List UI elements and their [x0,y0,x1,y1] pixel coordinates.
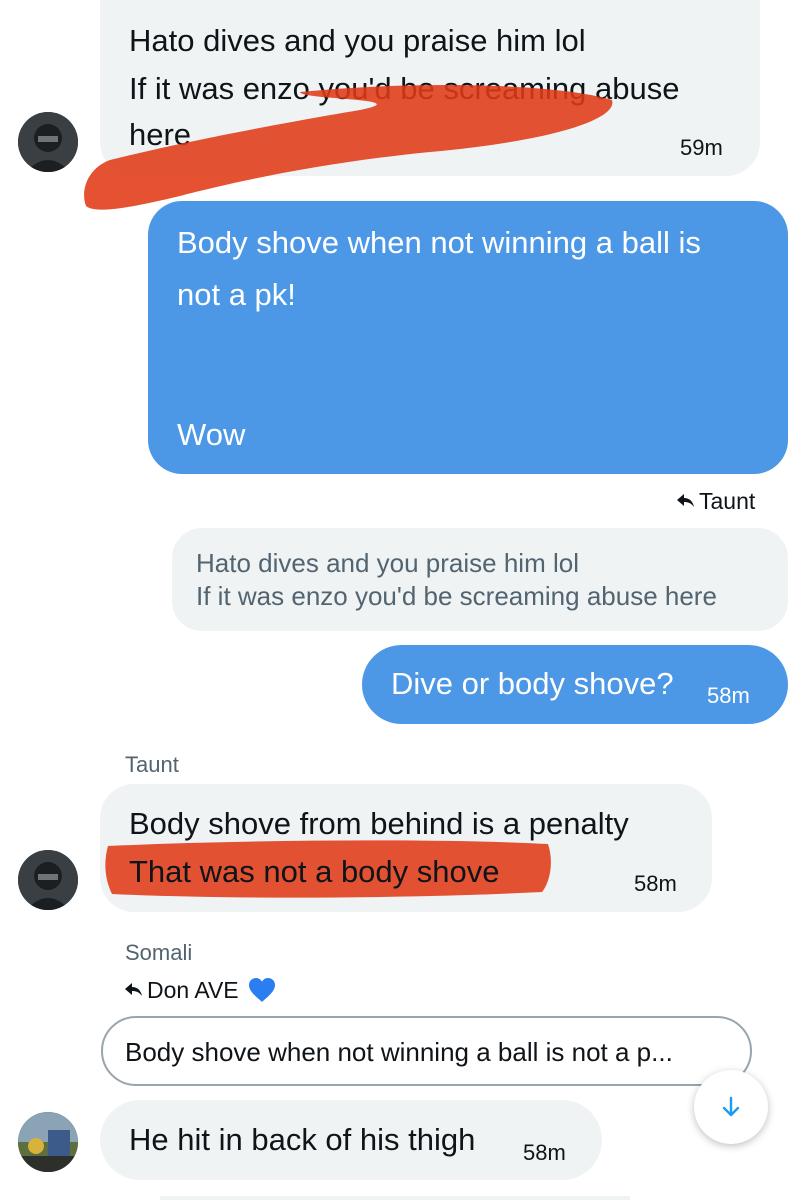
message-text: He hit in back of his thigh [129,1122,476,1157]
quoted-text-line: If it was enzo you'd be screaming abuse … [196,581,717,611]
message-text-line: If it was enzo you'd be screaming abuse [129,71,680,106]
blue-heart-icon [249,978,275,1002]
message-text-line: here [129,117,192,152]
quoted-message[interactable]: Body shove when not winning a ball is no… [101,1016,752,1086]
avatar[interactable] [18,112,78,172]
message-text-line: Body shove when not winning a ball is [177,225,701,260]
message-text-line: Hato dives and you praise him lol [129,23,586,58]
sender-name: Taunt [125,752,179,777]
avatar[interactable] [18,1112,78,1172]
message-text-line: Wow [177,417,246,452]
message-timestamp: 58m [634,871,677,896]
reply-context: Don AVE [124,974,324,1006]
sender-name: Somali [125,940,193,965]
message-bubble-incoming[interactable]: Body shove from behind is a penalty That… [100,784,712,912]
reply-arrow-icon [125,983,142,996]
message-bubble-outgoing[interactable]: Dive or body shove? 58m [362,645,788,724]
message-text-line: Body shove from behind is a penalty [129,806,629,841]
message-timestamp: 59m [680,135,723,160]
message-timestamp: 58m [523,1140,566,1165]
message-timestamp: 58m [707,683,750,708]
message-text-line: not a pk! [177,277,296,312]
message-bubble-incoming[interactable]: He hit in back of his thigh 58m [100,1100,602,1180]
scroll-to-bottom-button[interactable] [694,1070,768,1144]
message-text: Dive or body shove? [391,666,674,701]
quoted-text: Body shove when not winning a ball is no… [125,1037,673,1067]
arrow-down-icon [722,1096,740,1117]
reply-to-name: Don AVE [147,977,239,1003]
quoted-message[interactable]: Hato dives and you praise him lol If it … [172,528,788,631]
message-text-line: That was not a body shove [129,854,500,889]
partial-bottom-edge [160,1196,630,1200]
message-bubble-outgoing[interactable]: Body shove when not winning a ball is no… [148,201,788,474]
avatar[interactable] [18,850,78,910]
quoted-text-line: Hato dives and you praise him lol [196,548,579,578]
message-bubble-incoming[interactable]: Hato dives and you praise him lol If it … [100,0,760,176]
reply-to-name: Taunt [699,488,756,514]
reply-arrow-icon [677,494,694,507]
